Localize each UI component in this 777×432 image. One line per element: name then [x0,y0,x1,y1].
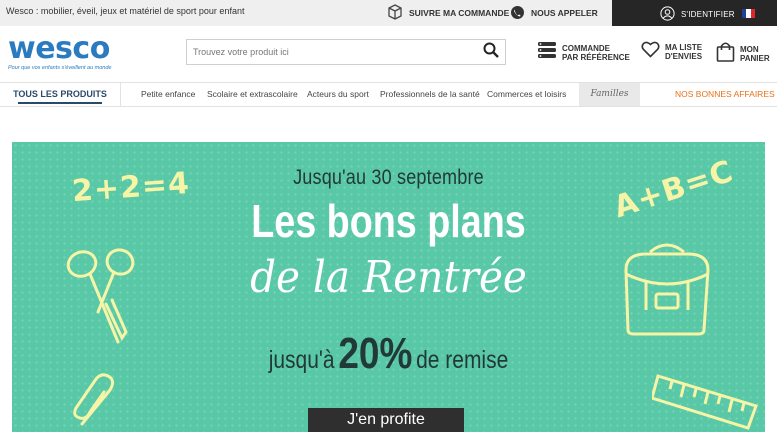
top-strip: Wesco : mobilier, éveil, jeux et matérie… [0,0,777,26]
paperclip-doodle-icon [70,372,120,432]
login-label: S'IDENTIFIER [681,10,735,19]
track-order-link[interactable]: SUIVRE MA COMMANDE [387,3,509,23]
order-by-reference-label: COMMANDE PAR RÉFÉRENCE [562,44,630,62]
package-icon [387,4,403,22]
call-us-link[interactable]: NOUS APPELER [510,3,598,23]
cart-line1: MON [740,45,759,54]
nav-item-acteurs-sport[interactable]: Acteurs du sport [307,83,369,106]
banner-discount-post: de remise [416,346,509,374]
nav-all-products-label: TOUS LES PRODUITS [13,89,107,99]
user-icon [660,6,675,23]
banner-date-line: Jusqu'au 30 septembre [293,166,484,189]
wishlist-line1: MA LISTE [665,43,703,52]
search-box [186,39,506,65]
login-link[interactable]: S'IDENTIFIER [660,6,735,23]
banner-discount-line: jusqu'à 20% de remise [72,329,705,379]
banner-discount-pre: jusqu'à [268,346,335,374]
shopping-bag-icon [716,41,735,67]
nav-item-scolaire[interactable]: Scolaire et extrascolaire [207,83,298,106]
nav-item-petite-enfance[interactable]: Petite enfance [141,83,195,106]
nav-item-sante[interactable]: Professionnels de la santé [380,83,480,106]
search-input[interactable] [187,40,477,64]
call-us-label: NOUS APPELER [531,8,598,18]
nav-all-products[interactable]: TOUS LES PRODUITS [0,83,121,106]
banner-discount-value: 20% [338,329,413,378]
cart-line2: PANIER [740,54,770,63]
banner-subheadline: de la Rentrée [250,252,527,303]
nav-deals[interactable]: NOS BONNES AFFAIRES [675,83,775,106]
france-flag-icon[interactable] [742,9,755,18]
site-tagline: Wesco : mobilier, éveil, jeux et matérie… [6,6,245,16]
wishlist-label: MA LISTE D'ENVIES [665,43,702,61]
logo-baseline: Pour que vos enfants s'éveillent au mond… [8,65,112,71]
logo-wordmark: wesco [8,31,110,66]
list-icon [537,41,557,64]
order-by-reference-line1: COMMANDE [562,43,610,53]
cart-link[interactable]: MON PANIER [716,41,770,67]
search-icon [483,42,499,63]
nav-families[interactable]: Familles [579,83,640,106]
banner-cta-button[interactable]: J'en profite [308,408,464,432]
account-bar: S'IDENTIFIER [612,0,777,26]
order-by-reference-link[interactable]: COMMANDE PAR RÉFÉRENCE [537,41,630,64]
wishlist-line2: D'ENVIES [665,52,703,61]
phone-bubble-icon [510,5,525,22]
banner-headline: Les bons plans [251,195,526,247]
wesco-logo[interactable]: wesco Pour que vos enfants s'éveillent a… [8,34,158,74]
track-order-label: SUIVRE MA COMMANDE [409,8,510,18]
active-underline [18,102,102,104]
order-by-reference-line2: PAR RÉFÉRENCE [562,52,630,62]
heart-icon [641,41,660,63]
nav-item-commerces[interactable]: Commerces et loisirs [487,83,566,106]
cart-label: MON PANIER [740,45,770,63]
promo-banner[interactable]: 2+2=4 A+B=C Jusqu'au 30 septembre Les bo… [12,142,765,432]
search-button[interactable] [481,42,501,62]
wishlist-link[interactable]: MA LISTE D'ENVIES [641,41,702,63]
main-nav: TOUS LES PRODUITS Petite enfance Scolair… [0,82,777,107]
site-header: wesco Pour que vos enfants s'éveillent a… [0,26,777,82]
